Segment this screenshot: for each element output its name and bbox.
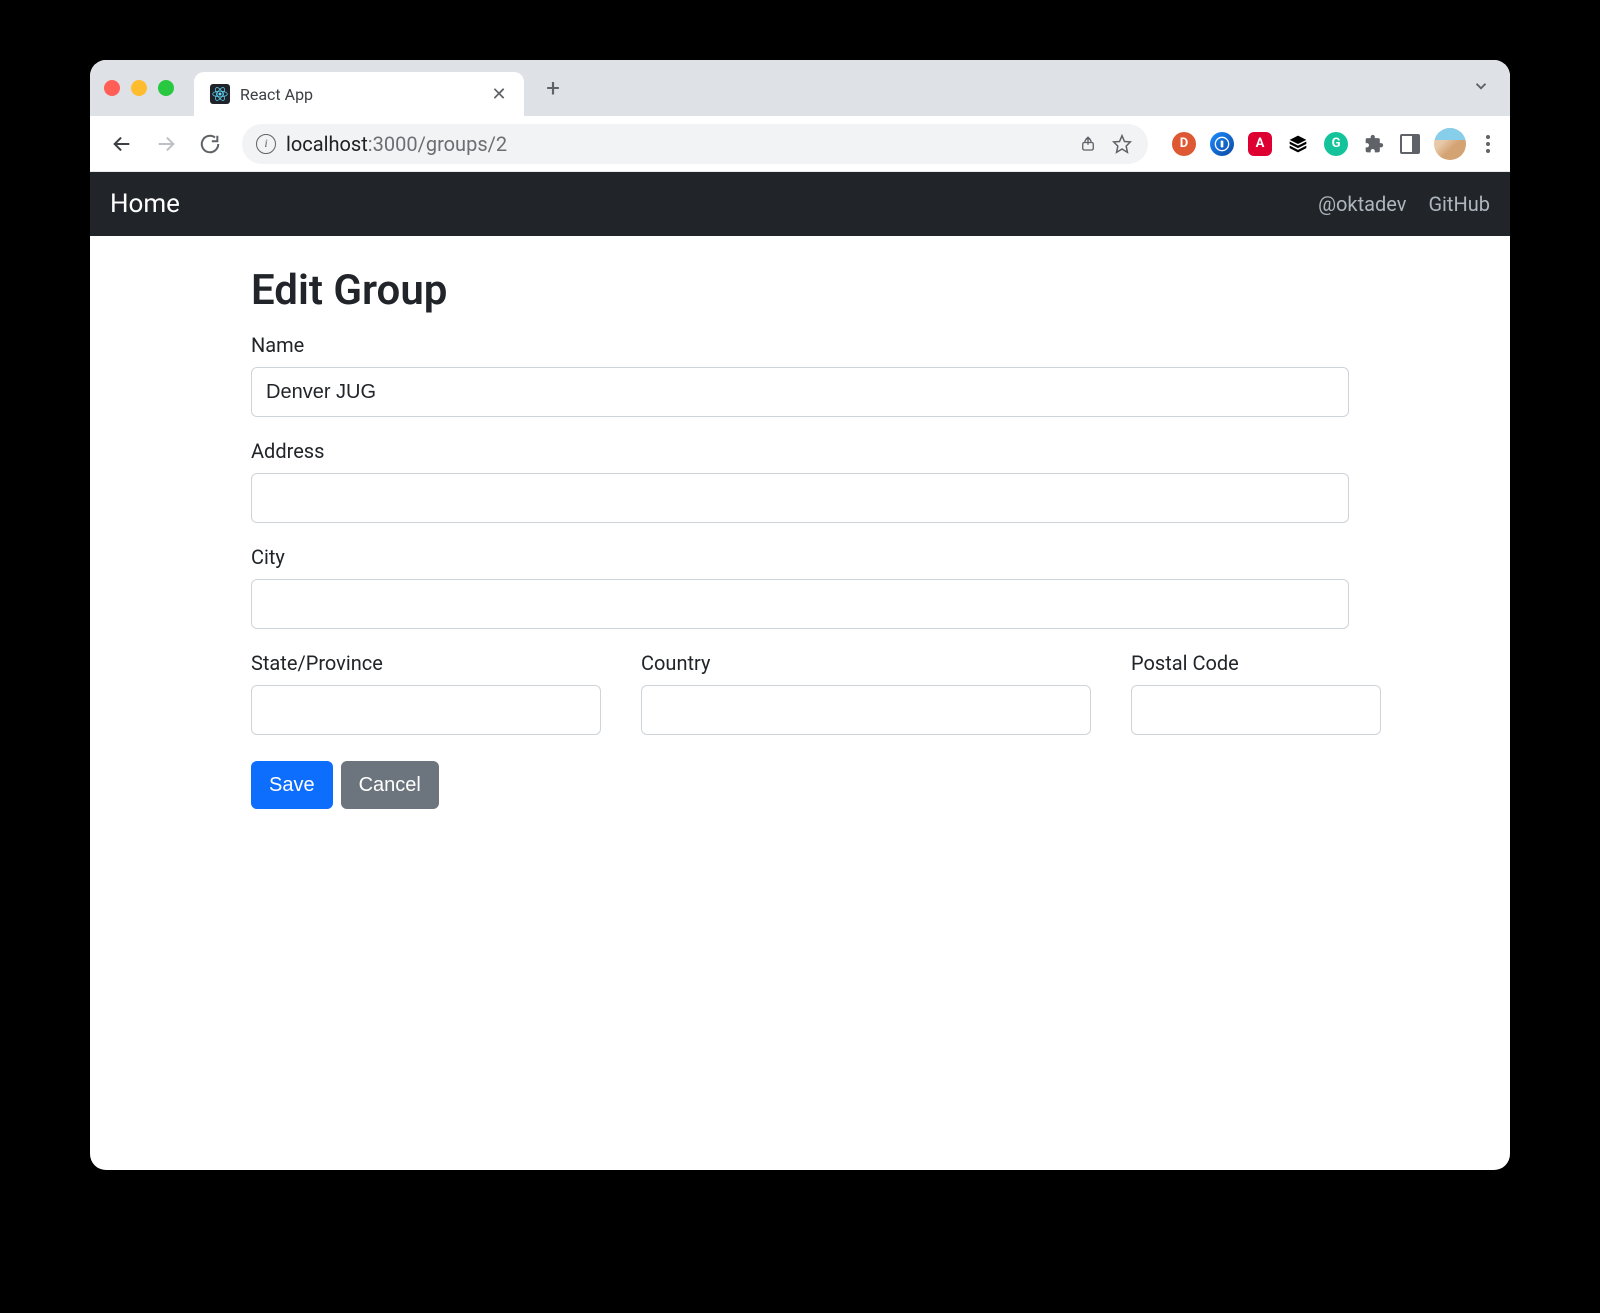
- content-container: Edit Group Name Address City State/Provi…: [235, 266, 1365, 809]
- form-group-name: Name: [251, 333, 1349, 417]
- bookmark-icon[interactable]: [1110, 132, 1134, 156]
- state-label: State/Province: [251, 651, 601, 675]
- nav-home-link[interactable]: Home: [110, 189, 180, 219]
- grammarly-extension-icon[interactable]: G: [1324, 132, 1348, 156]
- url-host: localhost: [286, 132, 368, 156]
- country-label: Country: [641, 651, 1091, 675]
- forward-button[interactable]: [148, 126, 184, 162]
- form-row-location: State/Province Country Postal Code: [251, 651, 1349, 757]
- cancel-button[interactable]: Cancel: [341, 761, 439, 809]
- form-group-city: City: [251, 545, 1349, 629]
- nav-link-github[interactable]: GitHub: [1428, 192, 1490, 216]
- url-text: localhost:3000/groups/2: [286, 132, 1066, 156]
- extensions-menu-icon[interactable]: [1362, 132, 1386, 156]
- tabs-chevron-icon[interactable]: [1466, 71, 1496, 106]
- site-info-icon[interactable]: i: [256, 134, 276, 154]
- browser-tab[interactable]: React App ✕: [194, 72, 524, 116]
- page-title: Edit Group: [251, 266, 1349, 315]
- close-tab-icon[interactable]: ✕: [490, 85, 508, 103]
- url-path: :3000/groups/2: [368, 132, 507, 156]
- form-actions: Save Cancel: [251, 761, 1349, 809]
- postal-label: Postal Code: [1131, 651, 1381, 675]
- form-group-state: State/Province: [251, 651, 601, 735]
- country-input[interactable]: [641, 685, 1091, 735]
- state-input[interactable]: [251, 685, 601, 735]
- profile-avatar[interactable]: [1434, 128, 1466, 160]
- city-input[interactable]: [251, 579, 1349, 629]
- side-panel-icon[interactable]: [1400, 134, 1420, 154]
- form-group-postal: Postal Code: [1131, 651, 1381, 735]
- onepassword-extension-icon[interactable]: [1210, 132, 1234, 156]
- new-tab-button[interactable]: +: [536, 71, 570, 105]
- address-input[interactable]: [251, 473, 1349, 523]
- browser-tabstrip: React App ✕ +: [90, 60, 1510, 116]
- tab-title: React App: [240, 85, 480, 104]
- extension-icons: D A G: [1172, 128, 1496, 160]
- nav-links: @oktadev GitHub: [1318, 192, 1490, 216]
- postal-input[interactable]: [1131, 685, 1381, 735]
- reload-button[interactable]: [192, 126, 228, 162]
- name-label: Name: [251, 333, 1349, 357]
- save-button[interactable]: Save: [251, 761, 333, 809]
- address-label: Address: [251, 439, 1349, 463]
- back-button[interactable]: [104, 126, 140, 162]
- window-controls: [104, 80, 174, 96]
- address-bar[interactable]: i localhost:3000/groups/2: [242, 124, 1148, 164]
- app-navbar: Home @oktadev GitHub: [90, 172, 1510, 236]
- browser-window: React App ✕ + i localhost:3000/groups/2: [90, 60, 1510, 1170]
- form-group-address: Address: [251, 439, 1349, 523]
- angular-extension-icon[interactable]: A: [1248, 132, 1272, 156]
- browser-toolbar: i localhost:3000/groups/2 D A G: [90, 116, 1510, 172]
- form-group-country: Country: [641, 651, 1091, 735]
- window-close-button[interactable]: [104, 80, 120, 96]
- city-label: City: [251, 545, 1349, 569]
- browser-menu-icon[interactable]: [1480, 129, 1496, 159]
- window-maximize-button[interactable]: [158, 80, 174, 96]
- name-input[interactable]: [251, 367, 1349, 417]
- duckduckgo-extension-icon[interactable]: D: [1172, 132, 1196, 156]
- buffer-extension-icon[interactable]: [1286, 132, 1310, 156]
- react-icon: [210, 84, 230, 104]
- window-minimize-button[interactable]: [131, 80, 147, 96]
- page-content: Edit Group Name Address City State/Provi…: [90, 236, 1510, 1170]
- share-icon[interactable]: [1076, 132, 1100, 156]
- nav-link-oktadev[interactable]: @oktadev: [1318, 192, 1406, 216]
